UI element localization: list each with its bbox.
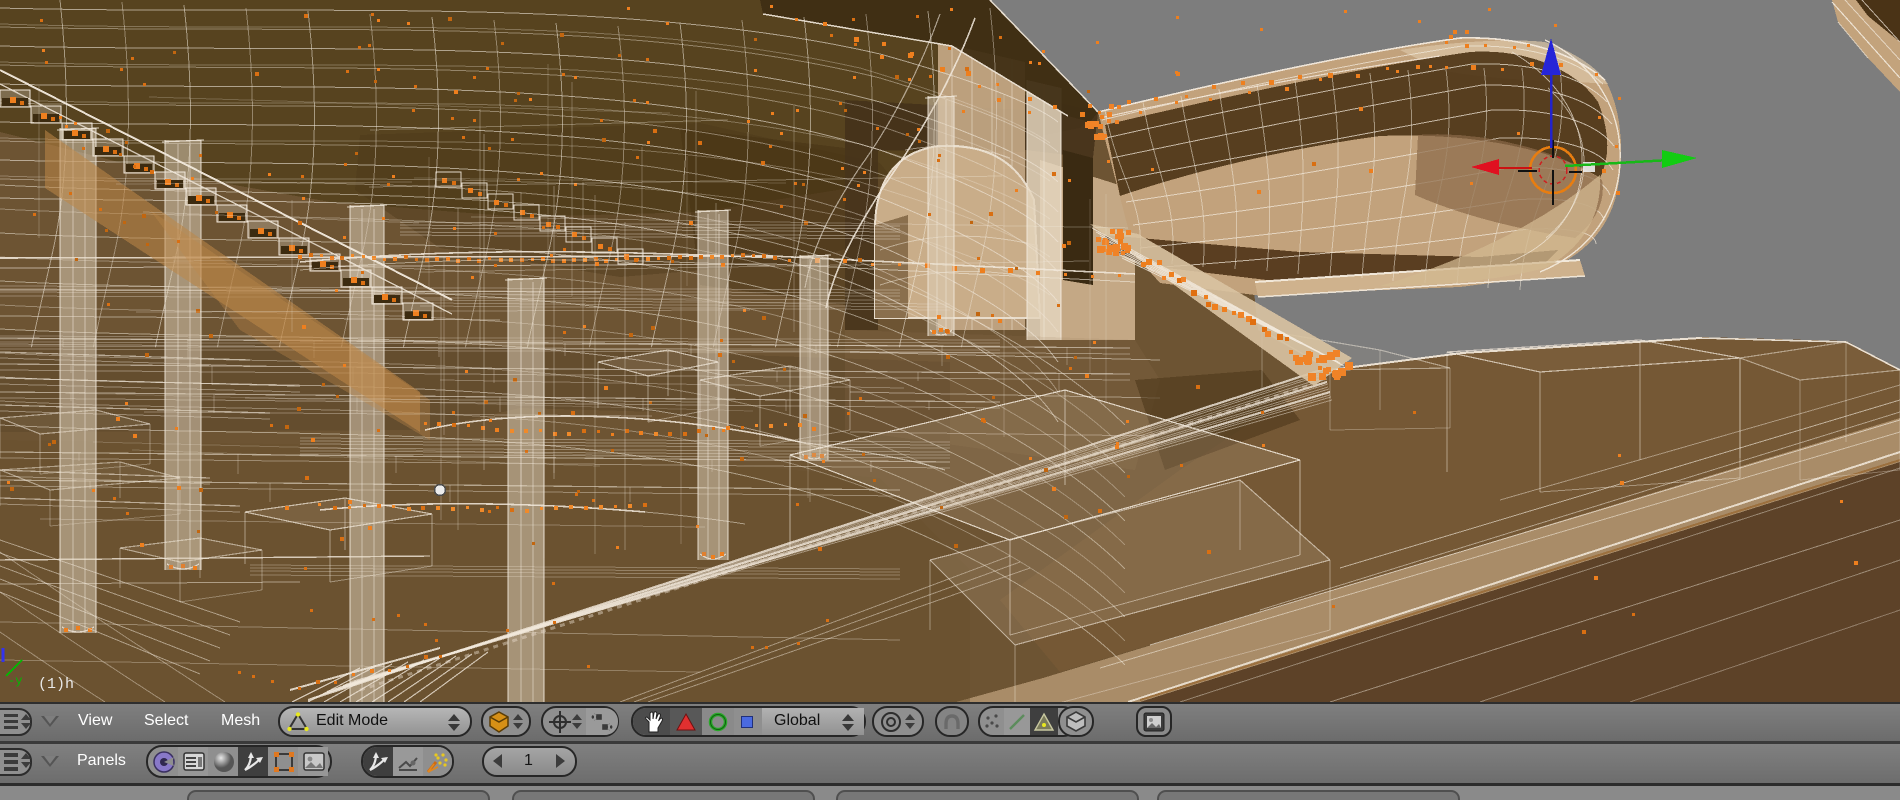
svg-text:(1)h: (1)h: [38, 676, 74, 693]
svg-text:-y: -y: [8, 674, 22, 688]
